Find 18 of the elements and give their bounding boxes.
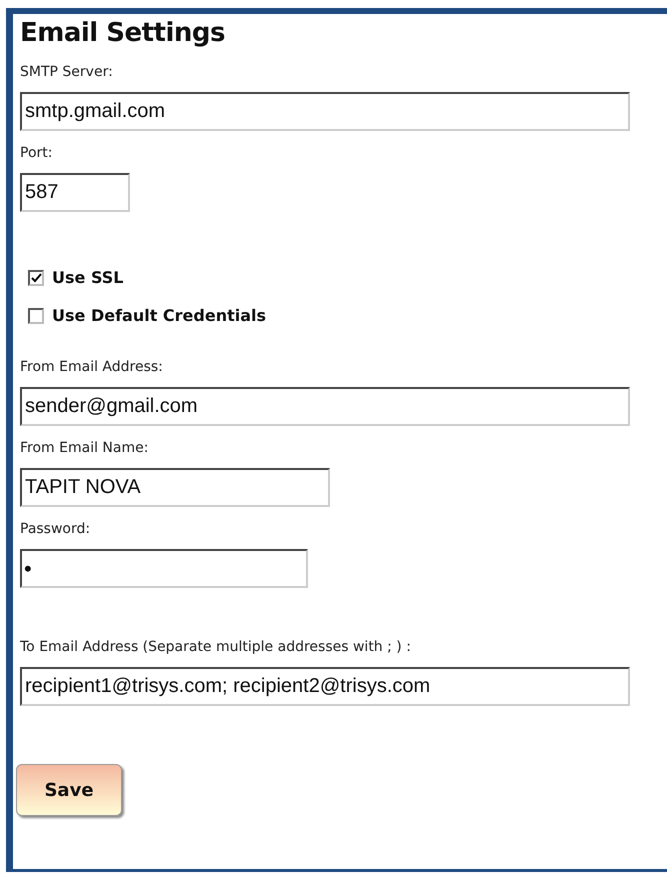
checkbox[interactable]	[28, 270, 44, 286]
input-field[interactable]: TAPIT NOVA	[20, 468, 330, 507]
checkbox[interactable]	[28, 308, 44, 324]
save-button[interactable]: Save	[16, 764, 122, 816]
password-field[interactable]: •	[20, 549, 308, 588]
input-field[interactable]: 587	[20, 173, 130, 212]
checkbox-label: Use Default Credentials	[52, 305, 266, 327]
field-label: From Email Address:	[20, 358, 164, 377]
page-title: Email Settings	[20, 17, 226, 50]
field-label: To Email Address (Separate multiple addresses with ; ) :	[20, 638, 412, 657]
field-label: Password:	[20, 520, 92, 539]
input-field[interactable]: sender@gmail.com	[20, 387, 630, 426]
input-field[interactable]: smtp.gmail.com	[20, 92, 630, 131]
field-label: Port:	[20, 144, 54, 163]
field-label: From Email Name:	[20, 439, 150, 458]
input-field[interactable]: recipient1@trisys.com; recipient2@trisys.com	[20, 667, 630, 706]
checkbox-label: Use SSL	[52, 267, 124, 289]
field-label: SMTP Server:	[20, 63, 114, 82]
